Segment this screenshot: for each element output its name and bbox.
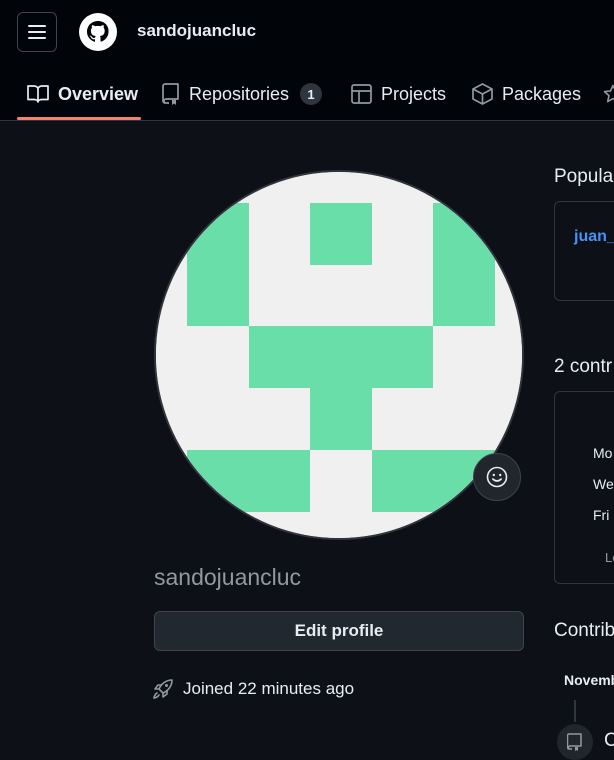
set-status-button[interactable] [473, 453, 521, 501]
edit-profile-button[interactable]: Edit profile [154, 611, 524, 651]
header-username[interactable]: sandojuancluc [137, 21, 256, 41]
tab-overview-label: Overview [58, 83, 139, 104]
contributions-heading: 2 contr [554, 356, 613, 377]
popular-repo-card: juan_ [554, 201, 614, 301]
tab-repositories[interactable]: Repositories 1 [162, 68, 323, 120]
day-label-fri: Fri [593, 507, 610, 523]
app-header: sandojuancluc Overview Repositories 1 Pr… [0, 0, 614, 121]
book-icon [27, 85, 49, 103]
active-tab-indicator [17, 117, 141, 120]
github-logo-icon[interactable] [78, 12, 118, 52]
activity-month-label: Novemb [564, 672, 614, 688]
popular-repo-link[interactable]: juan_ [574, 228, 614, 246]
tab-overview[interactable]: Overview [27, 68, 138, 120]
contribution-graph-card: Mo We Fri Le [554, 391, 614, 584]
profile-tabs: Overview Repositories 1 Projects Package… [0, 68, 614, 121]
hamburger-icon [28, 25, 46, 39]
timeline-repo-icon [557, 724, 593, 760]
repositories-count-badge: 1 [300, 83, 323, 105]
package-icon [472, 83, 493, 105]
tab-projects-label: Projects [381, 83, 447, 104]
identicon-image [156, 172, 522, 538]
menu-button[interactable] [17, 12, 57, 52]
repo-icon [162, 83, 179, 105]
avatar[interactable] [154, 170, 524, 540]
table-icon [351, 84, 372, 104]
legend-less-label: Le [605, 550, 614, 565]
right-column: Popula juan_ 2 contr Mo We Fri Le Contri… [554, 0, 614, 760]
rocket-icon [153, 679, 173, 699]
day-label-wed: We [593, 476, 614, 492]
tab-repositories-label: Repositories [189, 83, 290, 104]
joined-text: Joined 22 minutes ago [183, 679, 355, 698]
timeline-line [574, 700, 576, 722]
joined-info: Joined 22 minutes ago [152, 678, 354, 700]
contribution-activity-heading: Contrib [554, 620, 614, 641]
day-label-mon: Mo [593, 445, 613, 461]
profile-login: sandojuancluc [154, 564, 302, 590]
tab-projects[interactable]: Projects [351, 68, 446, 120]
popular-repos-heading: Popula [554, 166, 614, 187]
smiley-icon [486, 466, 508, 488]
activity-item-text: C [604, 730, 614, 751]
